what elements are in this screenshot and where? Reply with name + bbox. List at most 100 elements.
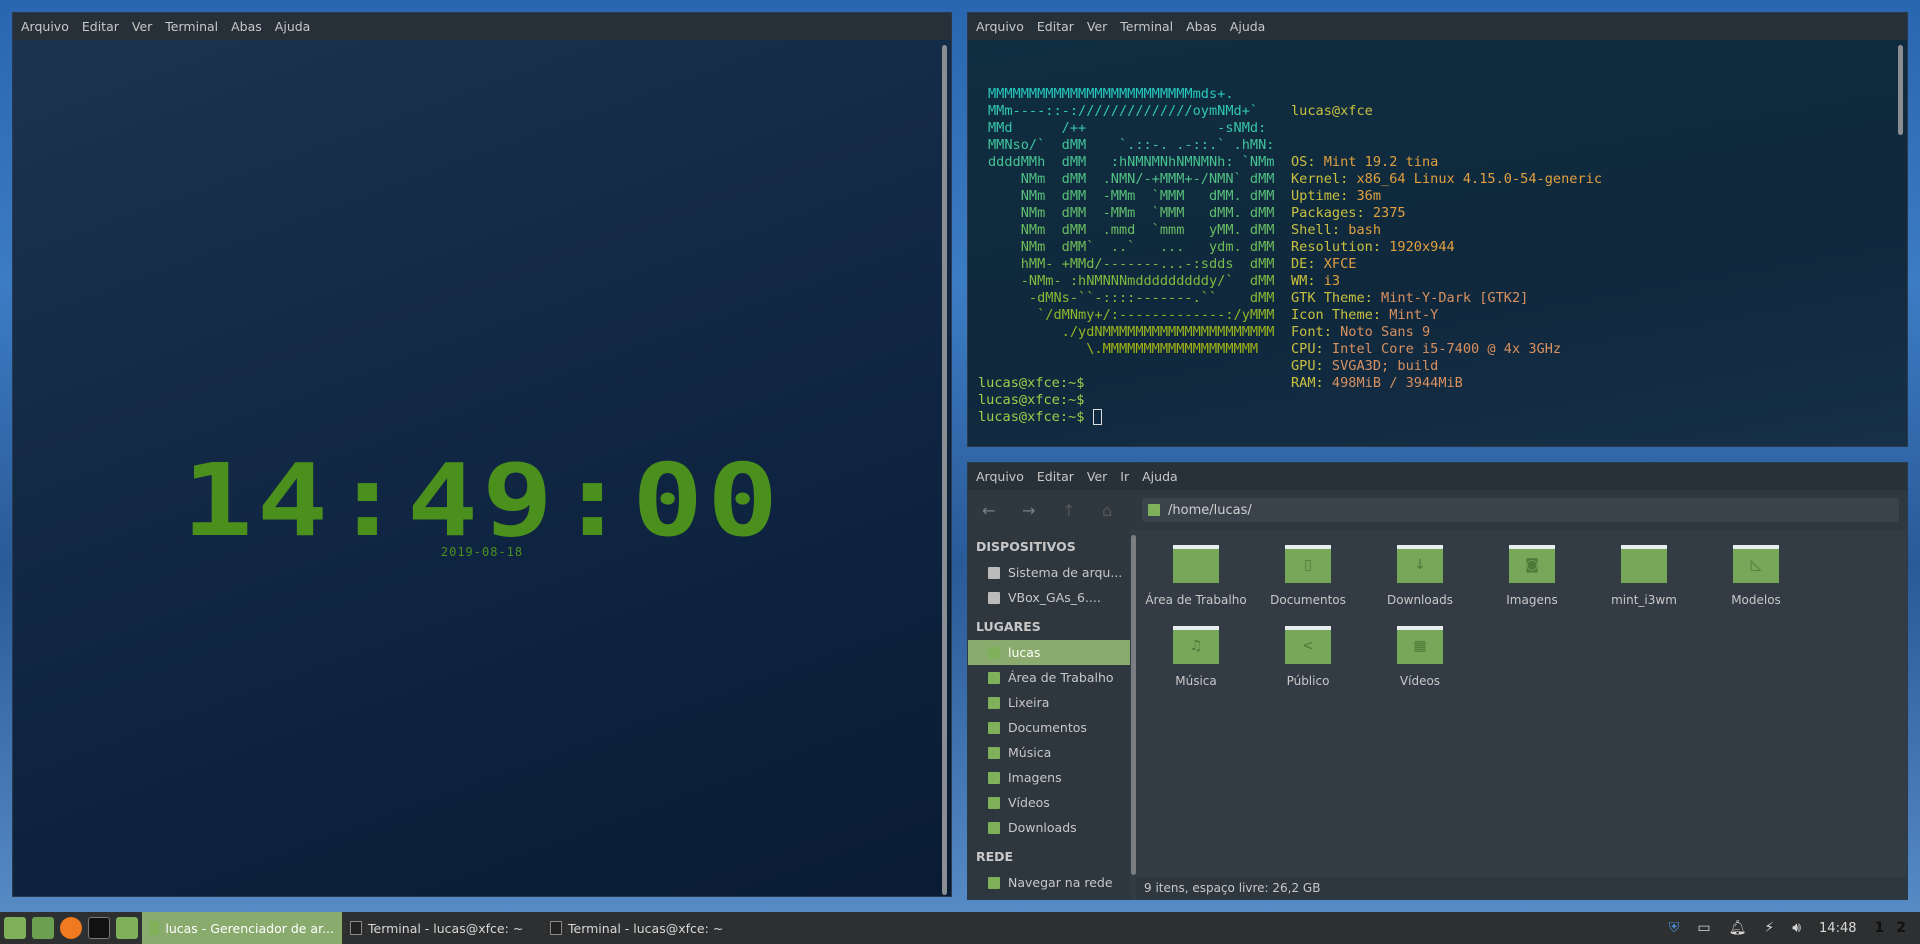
terminal-output[interactable]: MMMMMMMMMMMMMMMMMMMMMMMMMmds+. MMm----::-… — [978, 41, 1602, 425]
menu-item-editar[interactable]: Editar — [1037, 19, 1074, 34]
info-key: Kernel: — [1291, 171, 1357, 187]
prompt-text: lucas@xfce:~$ — [978, 409, 1085, 425]
workspace-2[interactable]: 2 — [1896, 920, 1906, 936]
sidebar-item-lixeira[interactable]: Lixeira — [968, 690, 1130, 715]
taskbar-task[interactable]: Terminal - lucas@xfce: ~ — [542, 912, 742, 944]
sidebar-item-lucas[interactable]: lucas — [968, 640, 1130, 665]
menu-item-ajuda[interactable]: Ajuda — [275, 19, 311, 34]
menu-item-ajuda[interactable]: Ajuda — [1230, 19, 1266, 34]
menu-item-abas[interactable]: Abas — [1186, 19, 1217, 34]
ascii-line: hMM- +MMd/-------...-:sdds dMM — [988, 256, 1275, 272]
volume-icon[interactable]: 🔊︎ — [1792, 920, 1801, 936]
menu-item-arquivo[interactable]: Arquivo — [21, 19, 69, 34]
sidebar-item-v-deos[interactable]: Vídeos — [968, 790, 1130, 815]
folder-icon — [150, 921, 160, 935]
folder-icon: < — [1285, 626, 1331, 664]
file-manager-window[interactable]: Arquivo Editar Ver Ir Ajuda ← → ↑ ⌂ /home/lu… — [967, 462, 1908, 900]
info-line: OS: Mint 19.2 tina — [1291, 154, 1602, 171]
folder-label: Imagens — [1506, 593, 1558, 607]
prompt-text: lucas@xfce:~$ — [978, 392, 1085, 408]
menu-item-ir[interactable]: Ir — [1120, 469, 1129, 484]
folder-glyph: ▯ — [1304, 557, 1312, 573]
prompt-text: lucas@xfce:~$ — [978, 375, 1085, 391]
menu-item-ver[interactable]: Ver — [1087, 19, 1107, 34]
info-key: Shell: — [1291, 222, 1349, 238]
menu-item-ajuda[interactable]: Ajuda — [1142, 469, 1178, 484]
sidebar-item-label: Vídeos — [1008, 795, 1050, 810]
location-bar[interactable]: /home/lucas/ — [1142, 498, 1899, 522]
sidebar-item-navegar-na-rede[interactable]: Navegar na rede — [968, 870, 1130, 895]
scrollbar[interactable] — [1898, 45, 1903, 135]
firefox-icon[interactable] — [60, 917, 82, 939]
sidebar-item-downloads[interactable]: Downloads — [968, 815, 1130, 840]
info-value: SVGA3D; build — [1331, 358, 1439, 374]
sidebar: DISPOSITIVOS Sistema de arqu... VBox_GAs_6… — [968, 530, 1130, 899]
terminal-launcher-icon[interactable] — [88, 917, 110, 939]
info-line: DE: XFCE — [1291, 256, 1602, 273]
folder-item[interactable]: ▦ Vídeos — [1364, 622, 1476, 703]
workspace-1[interactable]: 1 — [1875, 920, 1885, 936]
sidebar-item-m-sica[interactable]: Música — [968, 740, 1130, 765]
info-value: 498MiB / 3944MiB — [1331, 375, 1463, 391]
folder-glyph: ◙ — [1525, 557, 1539, 573]
folder-item[interactable]: Área de Trabalho — [1140, 541, 1252, 622]
folder-item[interactable]: ◺ Modelos — [1700, 541, 1812, 622]
tray-clock[interactable]: 14:48 — [1819, 921, 1856, 936]
home-icon[interactable]: ⌂ — [1102, 501, 1142, 520]
sidebar-item-imagens[interactable]: Imagens — [968, 765, 1130, 790]
folder-item[interactable]: mint_i3wm — [1588, 541, 1700, 622]
folder-icon — [1173, 545, 1219, 583]
shield-icon[interactable]: ⛨ — [1669, 920, 1680, 936]
terminal-window-clock[interactable]: Arquivo Editar Ver Terminal Abas Ajuda 14:49:… — [12, 12, 952, 897]
menu-item-arquivo[interactable]: Arquivo — [976, 19, 1024, 34]
info-key: RAM: — [1291, 375, 1332, 391]
info-line: Kernel: x86_64 Linux 4.15.0-54-generic — [1291, 171, 1602, 188]
sidebar-header: LUGARES — [976, 619, 1041, 634]
bell-icon[interactable]: 🔔︎ — [1729, 920, 1747, 936]
menu-item-ver[interactable]: Ver — [132, 19, 152, 34]
folder-item[interactable]: ◙ Imagens — [1476, 541, 1588, 622]
menu-bar: Arquivo Editar Ver Ir Ajuda — [968, 463, 1907, 490]
folder-icon: ↓ — [1397, 545, 1443, 583]
sidebar-item-sistema-de-arqu-[interactable]: Sistema de arqu... — [968, 560, 1130, 585]
menu-item-terminal[interactable]: Terminal — [1120, 19, 1173, 34]
show-desktop-icon[interactable] — [32, 917, 54, 939]
mint-menu-icon[interactable] — [4, 917, 26, 939]
back-icon[interactable]: ← — [982, 501, 1022, 520]
folder-item[interactable]: < Público — [1252, 622, 1364, 703]
files-launcher-icon[interactable] — [116, 917, 138, 939]
sidebar-scrollbar[interactable] — [1131, 535, 1136, 875]
up-icon[interactable]: ↑ — [1062, 501, 1102, 520]
menu-item-editar[interactable]: Editar — [1037, 469, 1074, 484]
forward-icon[interactable]: → — [1022, 501, 1062, 520]
terminal-window-neofetch[interactable]: Arquivo Editar Ver Terminal Abas Ajuda MMMMMM… — [967, 12, 1908, 447]
folder-label: mint_i3wm — [1611, 593, 1677, 607]
sidebar-item-documentos[interactable]: Documentos — [968, 715, 1130, 740]
folder-item[interactable]: ♫ Música — [1140, 622, 1252, 703]
menu-item-ver[interactable]: Ver — [1087, 469, 1107, 484]
taskbar-task[interactable]: Terminal - lucas@xfce: ~ — [342, 912, 542, 944]
sidebar-item-vbox-gas-6-[interactable]: VBox_GAs_6.... — [968, 585, 1130, 610]
display-icon[interactable]: ▭ — [1697, 920, 1710, 936]
ascii-line: -dMNs-``-::::-------.`` dMM — [988, 290, 1275, 306]
info-value: 1920x944 — [1389, 239, 1455, 255]
info-value: x86_64 Linux 4.15.0-54-generic — [1356, 171, 1603, 187]
power-icon[interactable]: ⚡ — [1764, 920, 1774, 936]
sidebar-item--rea-de-trabalho[interactable]: Área de Trabalho — [968, 665, 1130, 690]
menu-item-abas[interactable]: Abas — [231, 19, 262, 34]
menu-item-terminal[interactable]: Terminal — [165, 19, 218, 34]
folder-item[interactable]: ↓ Downloads — [1364, 541, 1476, 622]
info-value: Intel Core i5-7400 @ 4x 3GHz — [1331, 341, 1562, 357]
date-display: 2019-08-18 — [440, 545, 524, 559]
task-label: Terminal - lucas@xfce: ~ — [368, 920, 524, 936]
menu-item-arquivo[interactable]: Arquivo — [976, 469, 1024, 484]
ascii-line: ./ydNMMMMMMMMMMMMMMMMMMMMM — [988, 324, 1275, 340]
info-line: Uptime: 36m — [1291, 188, 1602, 205]
folder-item[interactable]: ▯ Documentos — [1252, 541, 1364, 622]
taskbar-task[interactable]: lucas - Gerenciador de ar... — [142, 912, 342, 944]
clock-display: 14:49:00 — [181, 441, 783, 559]
menu-item-editar[interactable]: Editar — [82, 19, 119, 34]
folder-label: Público — [1286, 674, 1330, 688]
sidebar-header: DISPOSITIVOS — [976, 539, 1076, 554]
info-line: WM: i3 — [1291, 273, 1602, 290]
